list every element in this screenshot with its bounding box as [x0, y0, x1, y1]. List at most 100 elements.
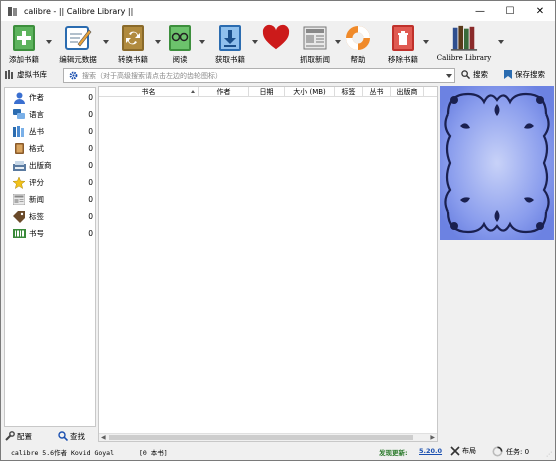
get-books-dropdown-caret[interactable] [252, 40, 258, 44]
view-dropdown-caret[interactable] [199, 40, 205, 44]
update-version-link[interactable]: 5.20.0 [419, 447, 442, 455]
tag-browser-item-authors[interactable]: 作者 0 [5, 89, 95, 106]
tag-browser-item-series[interactable]: 丛书 0 [5, 123, 95, 140]
jobs-button[interactable]: 任务: 0 [492, 446, 529, 457]
series-icon [12, 126, 26, 138]
search-history-dropdown[interactable] [444, 73, 454, 78]
view-label: 阅读 [172, 55, 188, 64]
column-header-tags[interactable]: 标签 [335, 87, 363, 97]
saved-search-button[interactable]: 保存搜索 [504, 69, 545, 80]
tag-icon [12, 210, 26, 223]
tag-browser-item-formats[interactable]: 格式 0 [5, 140, 95, 157]
wrench-icon [5, 431, 15, 441]
tag-browser-item-identifiers[interactable]: 书号 0 [5, 225, 95, 242]
person-icon [12, 92, 26, 104]
layout-tools-icon [450, 446, 460, 456]
column-header-size[interactable]: 大小 (MB) [285, 87, 335, 97]
help-button[interactable]: 帮助 [343, 23, 373, 65]
tag-browser-item-publishers[interactable]: 出版商 0 [5, 157, 95, 174]
tag-browser-item-tags[interactable]: 标签 0 [5, 208, 95, 225]
tag-browser-item-languages[interactable]: 语言 0 [5, 106, 95, 123]
category-label: 评分 [29, 178, 44, 187]
fetch-news-dropdown-caret[interactable] [335, 40, 341, 44]
search-button[interactable]: 搜索 [461, 69, 488, 80]
search-placeholder: 搜索（对于高级搜索请点击左边的齿轮图标） [82, 71, 222, 80]
search-button-label: 搜索 [473, 70, 488, 79]
column-label: 日期 [259, 88, 274, 96]
sort-ascending-icon [191, 90, 195, 93]
category-count: 0 [88, 110, 93, 119]
library-dropdown-caret[interactable] [498, 40, 504, 44]
remove-books-dropdown-caret[interactable] [423, 40, 429, 44]
fetch-news-button[interactable]: 抓取新闻 [297, 23, 333, 65]
table-header: 书名 作者 日期 大小 (MB) 标签 丛书 出版商 [99, 87, 437, 97]
add-books-label: 添加书籍 [9, 55, 39, 64]
column-header-series[interactable]: 丛书 [363, 87, 391, 97]
edit-metadata-button[interactable]: 编辑元数据 [57, 23, 99, 65]
edit-metadata-dropdown-caret[interactable] [103, 40, 109, 44]
configure-button[interactable]: 配置 [5, 431, 32, 442]
calibre-window: calibre - || Calibre Library || — ☐ ✕ 添加… [0, 0, 556, 461]
resize-grip-icon[interactable]: ⋰ [546, 451, 552, 458]
book-count: [0 本书] [139, 449, 168, 457]
category-count: 0 [88, 144, 93, 153]
library-label: Calibre Library [436, 54, 492, 62]
category-label: 语言 [29, 110, 44, 119]
search-icon [58, 431, 68, 441]
donate-button[interactable] [259, 23, 293, 65]
category-label: 丛书 [29, 127, 44, 136]
layout-label: 布局 [462, 447, 476, 455]
add-books-dropdown-caret[interactable] [46, 40, 52, 44]
convert-book-icon [119, 23, 147, 53]
tag-browser-item-rating[interactable]: 评分 0 [5, 174, 95, 191]
column-header-date[interactable]: 日期 [249, 87, 285, 97]
layout-button[interactable]: 布局 [450, 446, 476, 456]
column-header-authors[interactable]: 作者 [199, 87, 249, 97]
convert-books-button[interactable]: 转换书籍 [115, 23, 151, 65]
column-label: 大小 (MB) [293, 88, 326, 96]
horizontal-scrollbar[interactable]: ◀ ▶ [99, 433, 437, 441]
virtual-library-icon [5, 70, 13, 79]
tag-browser-item-news[interactable]: 新闻 0 [5, 191, 95, 208]
get-books-button[interactable]: 获取书籍 [211, 23, 249, 65]
book-cover-panel [440, 86, 554, 240]
category-count: 0 [88, 229, 93, 238]
jobs-spinner-icon [492, 446, 503, 457]
convert-books-dropdown-caret[interactable] [155, 40, 161, 44]
scrollbar-thumb[interactable] [109, 435, 413, 440]
fetch-news-icon [301, 23, 329, 53]
star-rating-icon [12, 176, 26, 189]
fetch-news-label: 抓取新闻 [300, 55, 330, 64]
column-header-publisher[interactable]: 出版商 [391, 87, 424, 97]
calibre-app-icon [8, 6, 17, 16]
category-count: 0 [88, 212, 93, 221]
maximize-button[interactable]: ☐ [495, 1, 525, 21]
search-icon [461, 70, 470, 79]
view-button[interactable]: 阅读 [165, 23, 195, 65]
add-books-button[interactable]: 添加书籍 [5, 23, 43, 65]
virtual-library-button[interactable]: 虚拟书库 [5, 69, 47, 80]
configure-label: 配置 [17, 431, 32, 441]
scroll-right-arrow-icon[interactable]: ▶ [430, 434, 435, 441]
close-button[interactable]: ✕ [525, 1, 555, 21]
gear-icon[interactable] [69, 71, 78, 80]
scroll-left-arrow-icon[interactable]: ◀ [101, 434, 106, 441]
column-label: 作者 [216, 88, 231, 96]
remove-books-label: 移除书籍 [388, 55, 418, 64]
remove-books-button[interactable]: 移除书籍 [385, 23, 421, 65]
library-button[interactable]: Calibre Library [433, 23, 495, 65]
column-label: 出版商 [396, 88, 418, 96]
category-count: 0 [88, 127, 93, 136]
news-icon [12, 194, 26, 206]
column-header-title[interactable]: 书名 [99, 87, 199, 97]
tag-browser: 作者 0 语言 0 丛书 0 格式 0 出版商 0 评分 0 新闻 0 标签 0… [4, 87, 96, 427]
category-label: 作者 [29, 93, 44, 102]
search-input[interactable]: 搜索（对于高级搜索请点击左边的齿轮图标） [63, 68, 455, 83]
book-list-table[interactable]: 书名 作者 日期 大小 (MB) 标签 丛书 出版商 ◀ ▶ [98, 86, 438, 442]
status-bar: calibre 5.6作者 Kovid Goyal [0 本书] 发现更新: 5… [1, 444, 555, 460]
minimize-button[interactable]: — [465, 1, 495, 21]
find-button[interactable]: 查找 [58, 431, 85, 442]
version-text: calibre 5.6作者 Kovid Goyal [11, 449, 115, 457]
saved-search-label: 保存搜索 [515, 70, 545, 79]
category-count: 0 [88, 93, 93, 102]
